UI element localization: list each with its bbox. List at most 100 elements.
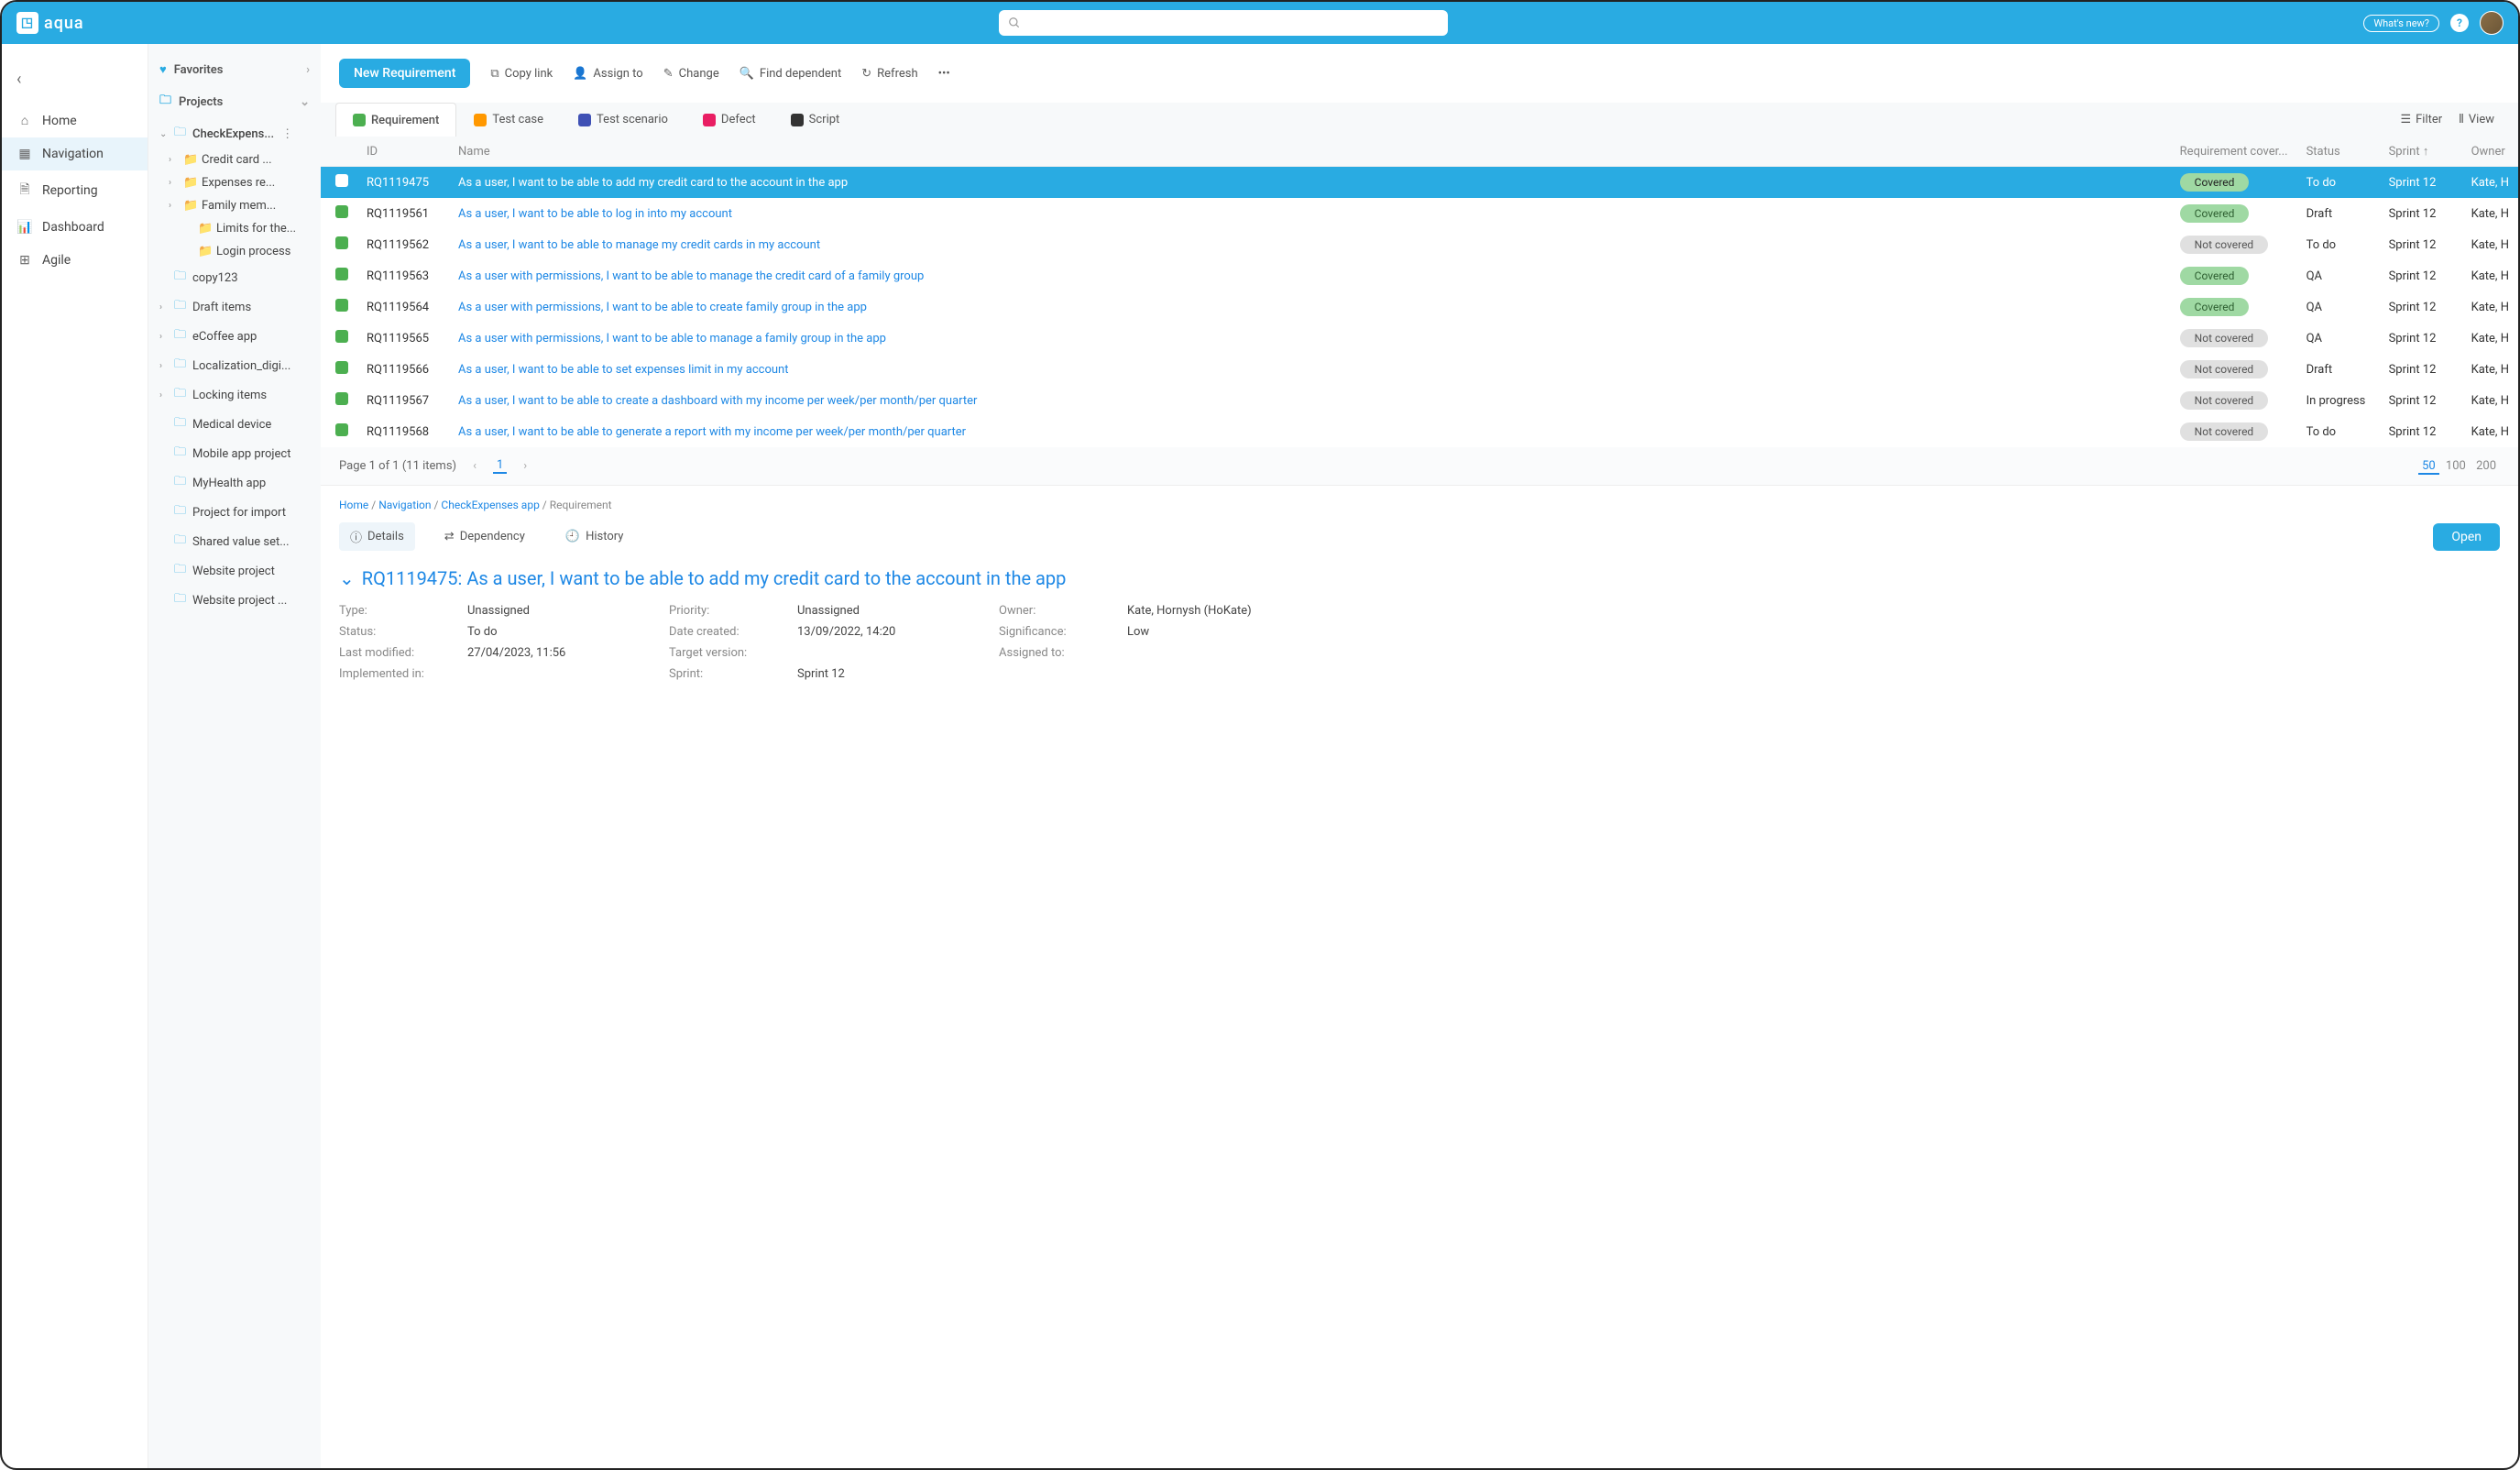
col-coverage[interactable]: Requirement cover... — [2171, 137, 2297, 167]
page-size-100[interactable]: 100 — [2442, 459, 2470, 473]
table-row[interactable]: RQ1119564 As a user with permissions, I … — [321, 291, 2518, 323]
tree-item[interactable]: 📁Login process — [148, 240, 321, 263]
row-name: As a user with permissions, I want to be… — [449, 323, 2171, 354]
pager-current-page[interactable]: 1 — [493, 458, 507, 474]
row-sprint: Sprint 12 — [2380, 354, 2462, 385]
chevron-icon: › — [169, 155, 180, 165]
tree-item[interactable]: 🗀Website project ... — [148, 586, 321, 615]
table-row[interactable]: RQ1119565 As a user with permissions, I … — [321, 323, 2518, 354]
nav-item-home[interactable]: ⌂Home — [2, 104, 148, 137]
sort-asc-icon: ↑ — [2423, 145, 2429, 159]
row-owner: Kate, H — [2462, 229, 2518, 260]
tree-item[interactable]: 🗀Project for import — [148, 498, 321, 527]
coverage-badge: Covered — [2180, 298, 2250, 316]
pager-next-button[interactable]: › — [520, 459, 531, 473]
avatar[interactable] — [2480, 11, 2504, 35]
brand-logo[interactable]: ◳ aqua — [16, 12, 84, 34]
tree-item[interactable]: 🗀Website project — [148, 556, 321, 586]
back-button[interactable]: ‹ — [2, 70, 148, 104]
col-name[interactable]: Name — [449, 137, 2171, 167]
significance-value: Low — [1127, 625, 1310, 639]
folder-icon: 📁 — [183, 153, 198, 167]
crumb[interactable]: CheckExpenses app — [441, 499, 539, 511]
table-row[interactable]: RQ1119563 As a user with permissions, I … — [321, 260, 2518, 291]
columns-icon: ⦀ — [2459, 113, 2464, 126]
tree-item[interactable]: ›🗀Localization_digi... — [148, 351, 321, 380]
item-menu-icon[interactable]: ⋮ — [281, 127, 293, 141]
view-button[interactable]: ⦀View — [2459, 113, 2494, 126]
nav-icon: ▦ — [16, 147, 33, 161]
briefcase-icon: 🗀 — [174, 590, 189, 610]
tree-item[interactable]: 🗀Mobile app project — [148, 439, 321, 468]
table-row[interactable]: RQ1119567 As a user, I want to be able t… — [321, 385, 2518, 416]
page-size-200[interactable]: 200 — [2472, 459, 2500, 473]
detail-tab-details[interactable]: ⓘDetails — [339, 522, 415, 551]
col-id[interactable]: ID — [357, 137, 449, 167]
assign-to-button[interactable]: 👤Assign to — [573, 67, 643, 81]
table-row[interactable]: RQ1119475 As a user, I want to be able t… — [321, 167, 2518, 199]
tree-item[interactable]: ›📁Credit card ... — [148, 148, 321, 171]
col-sprint[interactable]: Sprint ↑ — [2380, 137, 2462, 167]
page-size-50[interactable]: 50 — [2418, 459, 2439, 475]
tab-requirement[interactable]: Requirement — [335, 103, 456, 137]
created-value: 13/09/2022, 14:20 — [797, 625, 981, 639]
tab-defect[interactable]: Defect — [685, 103, 773, 137]
copy-link-button[interactable]: ⧉Copy link — [490, 67, 553, 81]
table-row[interactable]: RQ1119568 As a user, I want to be able t… — [321, 416, 2518, 447]
tree-item[interactable]: ›📁Expenses re... — [148, 171, 321, 194]
briefcase-icon: 🗀 — [159, 92, 171, 112]
col-owner[interactable]: Owner — [2462, 137, 2518, 167]
help-icon[interactable]: ? — [2450, 14, 2469, 32]
copy-icon: ⧉ — [490, 67, 499, 81]
detail-tab-history[interactable]: 🕘History — [554, 524, 635, 549]
modified-value: 27/04/2023, 11:56 — [467, 646, 651, 660]
new-requirement-button[interactable]: New Requirement — [339, 59, 470, 88]
nav-item-agile[interactable]: ⊞Agile — [2, 244, 148, 277]
coverage-badge: Not covered — [2180, 329, 2269, 347]
tree-item[interactable]: 🗀MyHealth app — [148, 468, 321, 498]
tab-test-scenario[interactable]: Test scenario — [561, 103, 685, 137]
type-value: Unassigned — [467, 604, 651, 618]
tree-item[interactable]: 🗀copy123 — [148, 263, 321, 292]
favorites-header[interactable]: ♥ Favorites › — [148, 55, 321, 84]
tab-test-case[interactable]: Test case — [456, 103, 561, 137]
refresh-button[interactable]: ↻Refresh — [861, 67, 917, 81]
col-status[interactable]: Status — [2297, 137, 2380, 167]
filter-button[interactable]: ☰Filter — [2400, 113, 2442, 126]
tree-item[interactable]: ⌄🗀CheckExpens...⋮ — [148, 119, 321, 148]
tree-item[interactable]: 🗀Shared value set... — [148, 527, 321, 556]
table-row[interactable]: RQ1119561 As a user, I want to be able t… — [321, 198, 2518, 229]
crumb[interactable]: Home — [339, 499, 368, 511]
tree-item[interactable]: ›🗀Draft items — [148, 292, 321, 322]
projects-header[interactable]: 🗀 Projects ⌄ — [148, 84, 321, 119]
sprint-label: Sprint: — [669, 667, 779, 681]
more-button[interactable]: ••• — [938, 67, 950, 81]
table-row[interactable]: RQ1119562 As a user, I want to be able t… — [321, 229, 2518, 260]
detail-title[interactable]: ⌄ RQ1119475: As a user, I want to be abl… — [339, 567, 2500, 589]
search-input[interactable] — [999, 10, 1448, 36]
tree-item[interactable]: 🗀Medical device — [148, 410, 321, 439]
brand-name: aqua — [44, 14, 84, 33]
tree-item[interactable]: ›📁Family mem... — [148, 194, 321, 217]
tab-icon — [474, 114, 487, 126]
find-dependent-button[interactable]: 🔍Find dependent — [740, 67, 842, 81]
implemented-label: Implemented in: — [339, 667, 449, 681]
tree-item[interactable]: 📁Limits for the... — [148, 217, 321, 240]
tab-script[interactable]: Script — [773, 103, 858, 137]
nav-item-navigation[interactable]: ▦Navigation — [2, 137, 148, 170]
nav-item-dashboard[interactable]: 📊Dashboard — [2, 211, 148, 244]
change-button[interactable]: ✎Change — [663, 67, 719, 81]
chevron-icon: › — [159, 302, 170, 313]
whats-new-button[interactable]: What's new? — [2363, 15, 2439, 32]
modified-label: Last modified: — [339, 646, 449, 660]
row-sprint: Sprint 12 — [2380, 416, 2462, 447]
table-row[interactable]: RQ1119566 As a user, I want to be able t… — [321, 354, 2518, 385]
tree-item[interactable]: ›🗀Locking items — [148, 380, 321, 410]
tree-item[interactable]: ›🗀eCoffee app — [148, 322, 321, 351]
pager-prev-button[interactable]: ‹ — [469, 459, 480, 473]
target-value — [797, 646, 981, 660]
detail-tab-dependency[interactable]: ⇄Dependency — [433, 524, 536, 549]
open-button[interactable]: Open — [2433, 523, 2500, 551]
crumb[interactable]: Navigation — [378, 499, 431, 511]
nav-item-reporting[interactable]: 🗎Reporting — [2, 170, 148, 211]
